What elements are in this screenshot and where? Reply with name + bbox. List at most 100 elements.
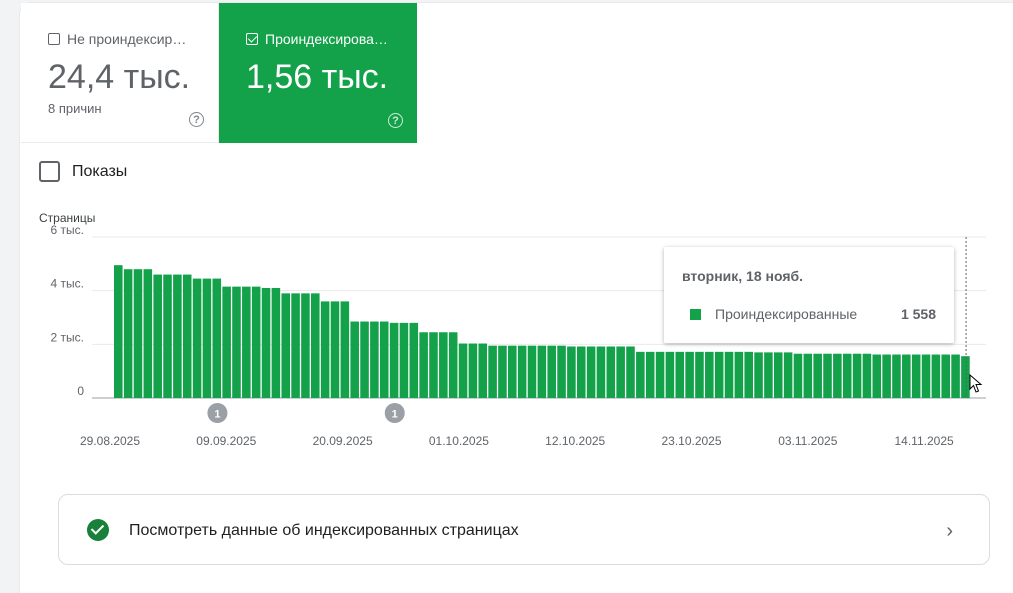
x-tick-label: 14.11.2025 — [895, 434, 954, 448]
bar — [192, 278, 202, 398]
bar — [242, 286, 251, 398]
bar — [330, 301, 340, 398]
bar — [842, 353, 852, 398]
x-tick-label: 23.10.2025 — [661, 434, 721, 448]
bar — [212, 278, 222, 398]
bar — [379, 321, 389, 398]
bar — [222, 286, 231, 398]
x-tick-label: 09.09.2025 — [196, 434, 256, 448]
x-tick-label: 01.10.2025 — [429, 434, 489, 448]
bar — [163, 274, 172, 398]
bar — [478, 343, 488, 398]
bar — [153, 274, 162, 398]
bar — [133, 269, 143, 398]
bar — [714, 351, 724, 398]
view-indexed-pages-link[interactable]: Посмотреть данные об индексированных стр… — [58, 494, 990, 565]
legend-swatch — [690, 308, 701, 320]
bar — [931, 354, 941, 398]
y-tick-label: 0 — [77, 384, 84, 398]
bar — [941, 354, 950, 398]
tooltip-date: вторник, 18 нояб. — [682, 268, 804, 284]
bar — [705, 351, 714, 398]
bar — [734, 351, 744, 398]
y-tick-label: 6 тыс. — [51, 223, 84, 237]
bar — [173, 274, 182, 398]
tooltip-series: Проиндексированные — [715, 306, 858, 322]
bar — [754, 352, 763, 398]
bar — [419, 332, 428, 398]
bar — [182, 274, 192, 398]
bar — [399, 322, 409, 398]
bar — [823, 353, 832, 398]
bar — [439, 332, 448, 398]
bar — [517, 345, 527, 398]
bar — [114, 265, 123, 398]
x-tick-label: 12.10.2025 — [545, 434, 605, 448]
bar — [675, 351, 685, 398]
bar — [458, 343, 468, 398]
bar — [852, 353, 862, 398]
bar — [360, 321, 369, 398]
bar — [350, 321, 359, 398]
bar — [261, 287, 271, 398]
bar — [389, 322, 399, 398]
annotation-label: 1 — [214, 409, 220, 421]
bar — [468, 343, 478, 398]
bar — [773, 352, 783, 398]
bar — [251, 286, 261, 398]
bar — [370, 321, 379, 398]
bar — [665, 351, 675, 398]
bar — [527, 345, 537, 398]
bar — [872, 354, 882, 398]
bar — [685, 351, 694, 398]
bar — [636, 351, 645, 398]
annotation-label: 1 — [392, 409, 398, 421]
bar — [744, 351, 753, 398]
bar — [803, 353, 813, 398]
bar — [606, 346, 616, 398]
bar — [488, 345, 497, 398]
x-tick-label: 20.09.2025 — [313, 434, 373, 448]
bar — [764, 352, 773, 398]
bar — [576, 346, 586, 398]
check-circle-icon — [87, 519, 109, 541]
bar — [951, 354, 960, 398]
bar — [616, 346, 625, 398]
bar — [833, 353, 842, 398]
bar — [695, 351, 704, 398]
bar — [537, 345, 547, 398]
bar — [902, 354, 911, 398]
link-text: Посмотреть данные об индексированных стр… — [129, 522, 519, 539]
x-tick-label: 03.11.2025 — [778, 434, 837, 448]
chevron-right-icon: › — [946, 520, 953, 542]
bar — [813, 353, 822, 398]
bar — [783, 352, 793, 398]
bar — [508, 345, 517, 398]
bar — [143, 269, 153, 398]
bar — [862, 353, 872, 398]
bar — [202, 278, 212, 398]
bar — [645, 351, 655, 398]
bar — [557, 345, 566, 398]
bar — [724, 351, 734, 398]
bar — [793, 353, 803, 398]
bar — [596, 346, 606, 398]
bar — [123, 269, 133, 398]
x-tick-label: 29.08.2025 — [80, 434, 140, 448]
tooltip-value: 1 558 — [900, 306, 936, 322]
bar — [232, 286, 241, 398]
bar — [547, 345, 556, 398]
bar — [626, 346, 635, 398]
bar — [448, 332, 458, 398]
mouse-pointer-icon — [969, 374, 983, 393]
bar — [311, 293, 320, 398]
y-tick-label: 4 тыс. — [51, 277, 84, 291]
bar — [429, 332, 438, 398]
chart-tooltip: вторник, 18 нояб. Проиндексированные 1 5… — [664, 247, 954, 343]
bar — [586, 346, 596, 398]
bar — [921, 354, 931, 398]
bar — [281, 293, 291, 398]
bar — [911, 354, 921, 398]
bar — [655, 351, 665, 398]
bar — [567, 346, 576, 398]
